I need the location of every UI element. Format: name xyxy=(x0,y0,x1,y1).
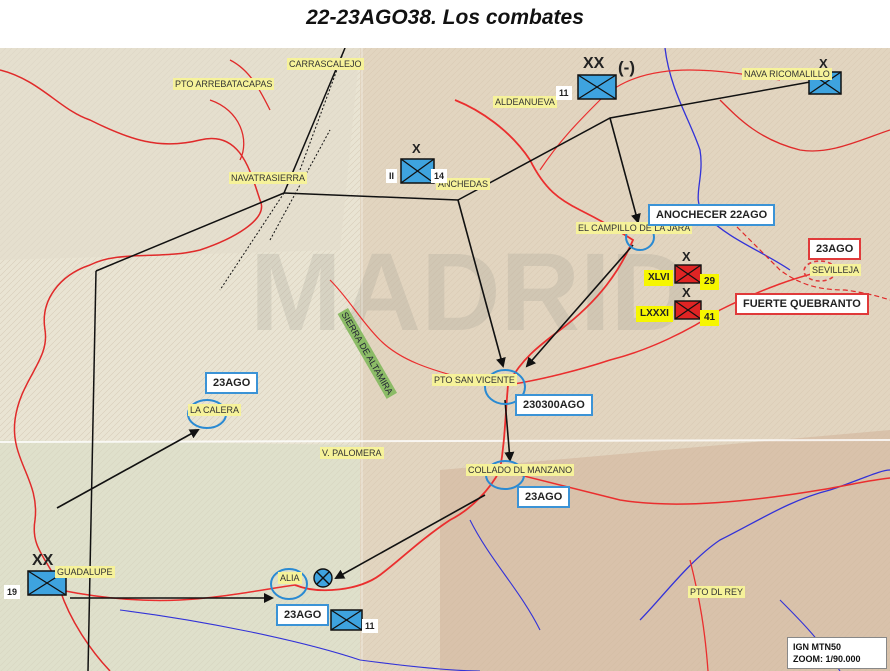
callout-23ago-alia: 23AGO xyxy=(276,604,330,626)
echelon-brig-center: X xyxy=(412,141,421,156)
place-pto-arrebatacapas: PTO ARREBATACAPAS xyxy=(173,78,275,90)
unit-number-bottom: 11 xyxy=(362,619,378,633)
place-pto-san-vicente: PTO SAN VICENTE xyxy=(432,374,517,386)
place-collado: COLLADO DL MANZANO xyxy=(466,464,575,476)
callout-23ago-collado: 23AGO xyxy=(517,486,571,508)
scale-source: IGN MTN50 xyxy=(793,642,842,652)
echelon-red-lxxxi: X xyxy=(682,285,691,300)
red-number-xlvi: 29 xyxy=(700,274,720,290)
echelon-red-xlvi: X xyxy=(682,249,691,264)
unit-size-brig-center: II xyxy=(386,169,398,183)
unit-number-brig-center: 14 xyxy=(431,169,448,183)
echelon-div-top: XX xyxy=(583,55,605,72)
place-alia: ALIA xyxy=(278,572,302,584)
map-area[interactable]: MADRID CARRASCALEJO PTO ARREBATACAPAS NA… xyxy=(0,48,890,671)
echelon-div-top-suffix: (-) xyxy=(618,58,635,77)
map-canvas: MADRID xyxy=(0,48,890,671)
terrain-greenband xyxy=(0,440,360,671)
place-aldeanueva: ALDEANUEVA xyxy=(493,96,557,108)
red-label-xlvi: XLVI xyxy=(644,270,674,286)
blue-unit-division-top xyxy=(577,74,617,100)
callout-anochecer: ANOCHECER 22AGO xyxy=(648,204,776,226)
scale-zoom: ZOOM: 1/90.000 xyxy=(793,654,861,664)
red-number-lxxxi: 41 xyxy=(700,310,720,326)
watermark: MADRID xyxy=(250,231,690,354)
echelon-brig-right: X xyxy=(819,56,828,71)
place-carrascalejo: CARRASCALEJO xyxy=(287,58,364,70)
unit-number-div-left: 19 xyxy=(4,585,21,599)
cancelled-unit-icon xyxy=(313,568,333,588)
unit-number-div-top: 11 xyxy=(556,86,572,100)
callout-fuerte-quebranto: FUERTE QUEBRANTO xyxy=(735,293,869,315)
place-v-palomera: V. PALOMERA xyxy=(320,447,384,459)
red-label-lxxxi: LXXXI xyxy=(636,306,673,322)
blue-unit-bottom xyxy=(330,609,363,631)
red-unit-lxxxi xyxy=(674,300,702,320)
callout-23ago-sevilleja: 23AGO xyxy=(808,238,862,260)
place-la-calera: LA CALERA xyxy=(188,404,242,416)
place-navatrasierra: NAVATRASIERRA xyxy=(229,172,308,184)
callout-23ago-calera: 23AGO xyxy=(205,372,259,394)
place-sevilleja: SEVILLEJA xyxy=(810,264,862,276)
blue-unit-brigade-center xyxy=(400,158,435,184)
echelon-div-left: XX xyxy=(32,552,54,569)
place-guadalupe: GUADALUPE xyxy=(55,566,115,578)
callout-230300ago: 230300AGO xyxy=(515,394,593,416)
place-pto-del-rey: PTO DL REY xyxy=(688,586,746,598)
scale-box: IGN MTN50 ZOOM: 1/90.000 xyxy=(787,637,887,669)
red-unit-xlvi xyxy=(674,264,702,284)
map-title: 22-23AGO38. Los combates xyxy=(306,6,584,29)
